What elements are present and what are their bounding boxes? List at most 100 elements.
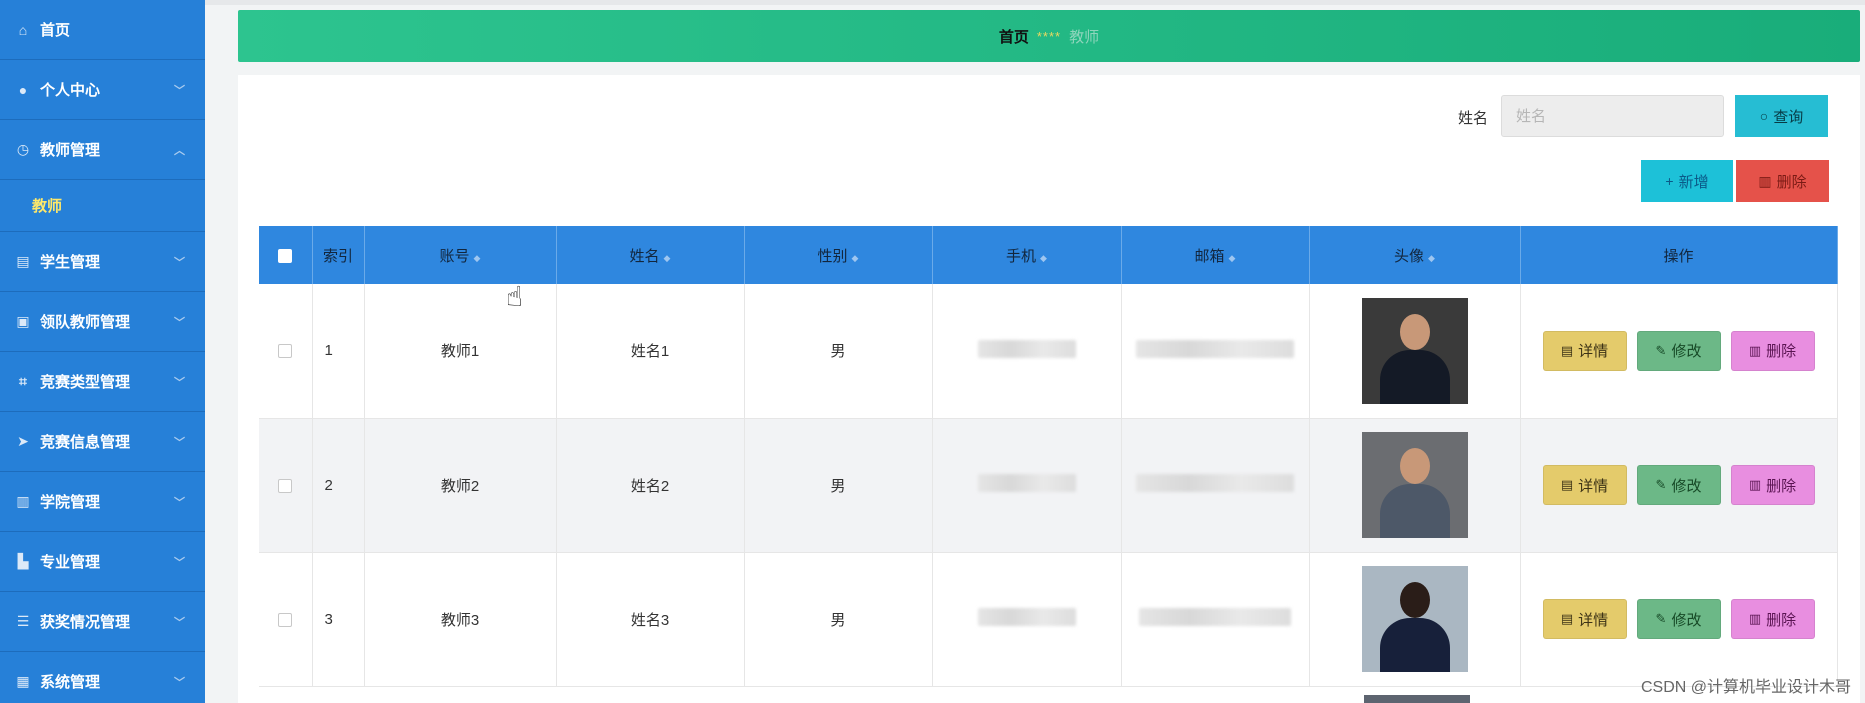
- sidebar-item-label: 学院管理: [40, 494, 101, 511]
- sidebar-item-leader-teacher-management[interactable]: ▣ 领队教师管理 ﹀: [0, 292, 205, 352]
- sidebar-item-college-management[interactable]: ▥ 学院管理 ﹀: [0, 472, 205, 532]
- sidebar-item-label: 竞赛类型管理: [40, 374, 131, 391]
- avatar[interactable]: [1361, 297, 1468, 404]
- sidebar-item-teacher-management[interactable]: ◷ 教师管理 ︿: [0, 120, 205, 180]
- row-select-cell[interactable]: [259, 418, 313, 553]
- clipboard-icon: ▤: [16, 253, 30, 269]
- delete-button[interactable]: ▥ 删除: [1730, 330, 1815, 371]
- edit-button[interactable]: ✎ 修改: [1636, 465, 1721, 505]
- hand-cursor-icon: ☝: [506, 281, 524, 312]
- delete-button[interactable]: ▥ 删除: [1730, 599, 1815, 639]
- chevron-down-icon: ﹀: [174, 437, 185, 449]
- add-button[interactable]: + 新增: [1641, 160, 1733, 202]
- clock-icon: ◷: [16, 141, 30, 157]
- delete-button-label: 删除: [1766, 343, 1797, 361]
- edit-button-label: 修改: [1671, 477, 1702, 495]
- column-header-label: 姓名: [629, 247, 660, 265]
- home-icon: ⌂: [18, 21, 28, 38]
- document-icon: ▦: [16, 673, 30, 689]
- pencil-icon: ✎: [1655, 611, 1667, 626]
- row-name: 姓名1: [556, 284, 745, 419]
- sidebar-item-label: 领队教师管理: [40, 314, 131, 331]
- select-all-checkbox[interactable]: [278, 248, 293, 263]
- row-checkbox[interactable]: [278, 612, 293, 627]
- row-phone: [932, 284, 1122, 419]
- sidebar-item-award-management[interactable]: ☰ 获奖情况管理 ﹀: [0, 592, 205, 652]
- top-divider: [205, 0, 1865, 5]
- sidebar-item-student-management[interactable]: ▤ 学生管理 ﹀: [0, 232, 205, 292]
- row-actions: ▤ 详情 ✎ 修改 ▥ 删除: [1520, 284, 1838, 419]
- search-icon: ○: [1759, 108, 1769, 124]
- name-search-input[interactable]: [1501, 95, 1724, 137]
- column-header-account[interactable]: 账号 ◆: [364, 226, 557, 284]
- sidebar-item-label: 学生管理: [40, 254, 101, 271]
- row-email: [1121, 284, 1310, 419]
- avatar[interactable]: [1361, 566, 1468, 672]
- column-header-index: 索引: [312, 226, 365, 284]
- detail-button[interactable]: ▤ 详情: [1542, 330, 1627, 371]
- select-all-cell[interactable]: [259, 226, 313, 284]
- chevron-down-icon: ﹀: [174, 377, 185, 389]
- trash-icon: ▥: [1748, 477, 1762, 492]
- trash-icon: ▥: [1748, 611, 1762, 626]
- teacher-table: 索引 账号 ◆ 姓名 ◆ 性别 ◆ 手机 ◆ 邮箱 ◆ 头像 ◆ 操作 1 教师1 姓名1 …: [259, 226, 1838, 687]
- sort-icon[interactable]: ◆: [1229, 253, 1236, 263]
- avatar-body: [1379, 618, 1450, 672]
- column-header-label: 手机: [1006, 247, 1037, 265]
- delete-button[interactable]: ▥ 删除: [1730, 465, 1815, 505]
- sidebar-item-home[interactable]: ⌂ 首页: [0, 0, 205, 60]
- edit-button[interactable]: ✎ 修改: [1636, 330, 1721, 371]
- detail-button[interactable]: ▤ 详情: [1542, 465, 1627, 505]
- batch-delete-button[interactable]: ▥ 删除: [1736, 160, 1829, 202]
- sidebar-item-label: 首页: [40, 22, 71, 39]
- sidebar-item-profile[interactable]: ● 个人中心 ﹀: [0, 60, 205, 120]
- delete-button-label: 删除: [1766, 477, 1797, 495]
- row-select-cell[interactable]: [259, 552, 313, 687]
- row-actions: ▤ 详情 ✎ 修改 ▥ 删除: [1520, 418, 1838, 553]
- sort-icon[interactable]: ◆: [852, 253, 859, 263]
- row-phone: [932, 552, 1122, 687]
- sort-icon[interactable]: ◆: [1040, 253, 1047, 263]
- blurred-email: [1136, 339, 1294, 358]
- column-header-email[interactable]: 邮箱 ◆: [1121, 226, 1310, 284]
- delete-button-label: 删除: [1776, 173, 1807, 191]
- table-header-row: 索引 账号 ◆ 姓名 ◆ 性别 ◆ 手机 ◆ 邮箱 ◆ 头像 ◆ 操作: [259, 226, 1838, 284]
- column-header-actions: 操作: [1520, 226, 1838, 284]
- column-header-gender[interactable]: 性别 ◆: [744, 226, 933, 284]
- column-header-avatar[interactable]: 头像 ◆: [1309, 226, 1521, 284]
- row-gender: 男: [744, 284, 933, 419]
- query-button[interactable]: ○ 查询: [1735, 95, 1828, 137]
- sort-icon[interactable]: ◆: [1428, 253, 1435, 263]
- row-checkbox[interactable]: [278, 478, 293, 493]
- sidebar-item-system-management[interactable]: ▦ 系统管理 ﹀: [0, 652, 205, 703]
- plus-icon: +: [1665, 173, 1674, 189]
- sidebar-item-label: 专业管理: [40, 554, 101, 571]
- send-icon: ➤: [17, 433, 29, 449]
- row-avatar: [1309, 418, 1521, 553]
- row-select-cell[interactable]: [259, 284, 313, 419]
- row-email: [1121, 418, 1310, 553]
- edit-button[interactable]: ✎ 修改: [1636, 599, 1721, 639]
- row-avatar: [1309, 552, 1521, 687]
- row-checkbox[interactable]: [278, 344, 293, 359]
- sidebar-item-competition-type-management[interactable]: ⌗ 竞赛类型管理 ﹀: [0, 352, 205, 412]
- sort-icon[interactable]: ◆: [664, 253, 671, 263]
- row-account: 教师1: [364, 284, 557, 419]
- sort-icon[interactable]: ◆: [474, 253, 481, 263]
- trash-icon: ▥: [1748, 342, 1762, 358]
- blurred-phone: [977, 474, 1076, 492]
- factory-icon: ▙: [17, 553, 29, 569]
- breadcrumb-home[interactable]: 首页: [999, 26, 1029, 47]
- search-label: 姓名: [1458, 110, 1489, 127]
- row-name: 姓名3: [556, 552, 745, 687]
- document-icon: ▤: [1560, 477, 1574, 492]
- column-header-name[interactable]: 姓名 ◆: [556, 226, 745, 284]
- sidebar-item-major-management[interactable]: ▙ 专业管理 ﹀: [0, 532, 205, 592]
- avatar[interactable]: [1361, 432, 1468, 538]
- column-header-phone[interactable]: 手机 ◆: [932, 226, 1122, 284]
- chevron-down-icon: ﹀: [174, 617, 185, 629]
- sidebar-subitem-teacher[interactable]: 教师: [0, 180, 205, 232]
- document-icon: ▤: [1560, 342, 1574, 358]
- detail-button[interactable]: ▤ 详情: [1542, 599, 1627, 639]
- sidebar-item-competition-info-management[interactable]: ➤ 竞赛信息管理 ﹀: [0, 412, 205, 472]
